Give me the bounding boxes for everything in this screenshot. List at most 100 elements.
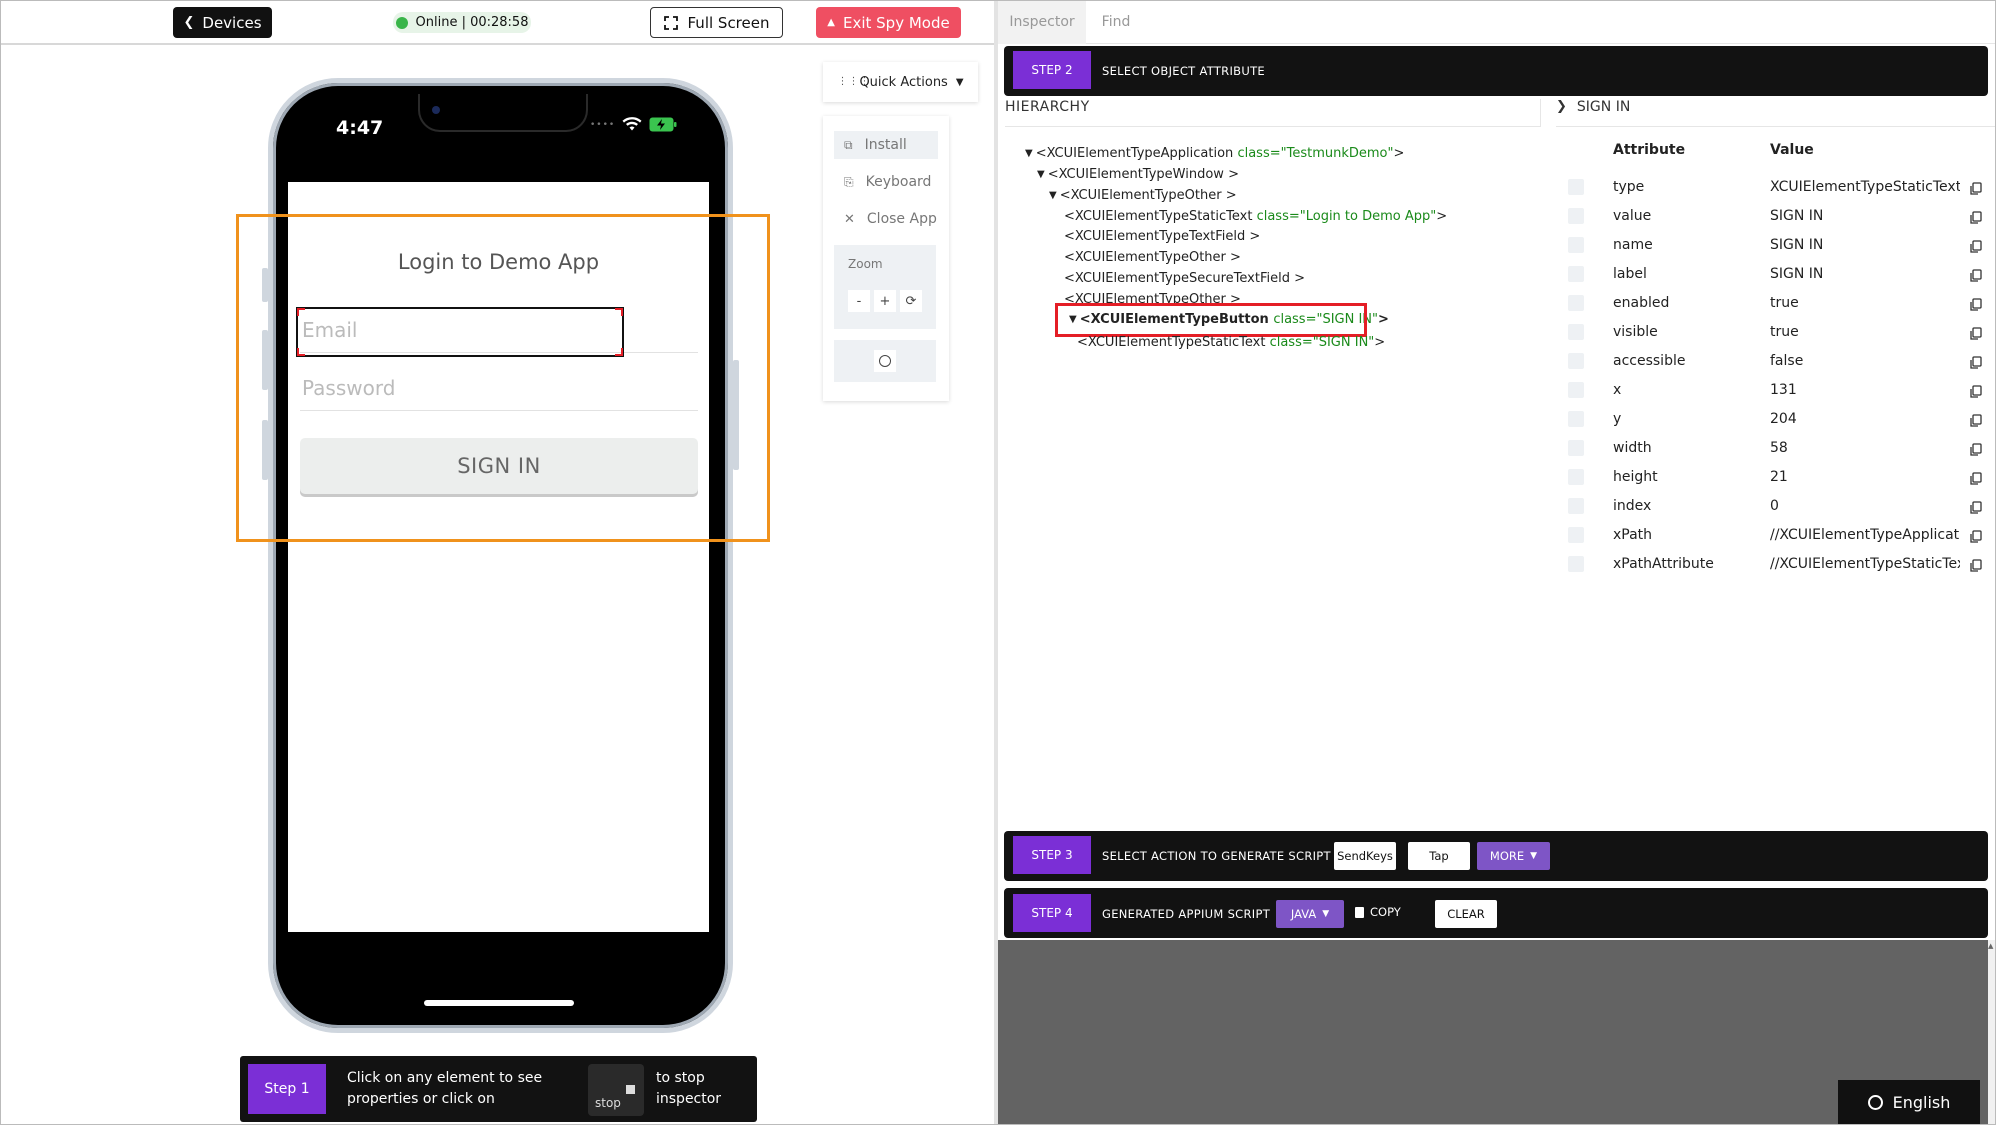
attribute-row[interactable]: x 131: [1545, 377, 1987, 406]
tree-node[interactable]: <XCUIElementTypeTextField >: [1064, 229, 1260, 244]
quick-actions-list: ⧉ Install ⎘ Keyboard ✕ Close App: [834, 131, 938, 233]
tree-node[interactable]: ▼ <XCUIElementTypeApplication class="Tes…: [1025, 146, 1404, 161]
attribute-checkbox[interactable]: [1568, 208, 1584, 224]
attribute-row[interactable]: xPath //XCUIElementTypeApplicati...: [1545, 522, 1987, 551]
tab-inspector[interactable]: Inspector: [998, 0, 1086, 44]
expand-triangle-icon: ▼: [1037, 169, 1045, 180]
language-select-button[interactable]: JAVA ▼: [1276, 900, 1344, 928]
more-actions-button[interactable]: MORE ▼: [1477, 842, 1550, 870]
scroll-up-icon: ▲: [1988, 942, 1994, 950]
tap-button[interactable]: Tap: [1408, 842, 1470, 870]
attribute-checkbox[interactable]: [1568, 556, 1584, 572]
zoom-reset-button[interactable]: ⟳: [900, 290, 922, 312]
stop-label: stop: [595, 1096, 621, 1110]
exit-spy-mode-button[interactable]: ▲ Exit Spy Mode: [816, 7, 961, 38]
sendkeys-button[interactable]: SendKeys: [1334, 842, 1396, 870]
tree-node[interactable]: ▼ <XCUIElementTypeOther >: [1049, 188, 1237, 203]
attributes-table-header: Attribute Value: [1545, 136, 1987, 166]
attribute-checkbox[interactable]: [1568, 237, 1584, 253]
copy-icon[interactable]: [1969, 501, 1983, 515]
attribute-checkbox[interactable]: [1568, 498, 1584, 514]
attribute-row[interactable]: label SIGN IN: [1545, 261, 1987, 290]
attribute-value: false: [1770, 353, 1804, 369]
script-scrollbar[interactable]: ▲: [1988, 940, 1996, 1125]
step1-badge: Step 1: [248, 1064, 326, 1114]
fullscreen-icon: [663, 15, 678, 30]
zoom-in-button[interactable]: +: [874, 290, 896, 312]
attribute-row[interactable]: index 0: [1545, 493, 1987, 522]
exit-spy-mode-label: Exit Spy Mode: [842, 13, 950, 32]
tree-node-class: class="Login to Demo App": [1256, 209, 1437, 224]
copy-icon[interactable]: [1969, 530, 1983, 544]
attribute-checkbox[interactable]: [1568, 411, 1584, 427]
attribute-checkbox[interactable]: [1568, 295, 1584, 311]
refresh-icon: ⟳: [905, 293, 917, 309]
quick-actions-button[interactable]: ⋮⋮⋮ Quick Actions ▼: [823, 62, 978, 102]
tree-node-end: >: [1294, 271, 1305, 286]
keyboard-button[interactable]: ⎘ Keyboard: [834, 168, 938, 196]
install-button[interactable]: ⧉ Install: [834, 131, 938, 159]
copy-icon[interactable]: [1969, 240, 1983, 254]
attribute-row[interactable]: value SIGN IN: [1545, 203, 1987, 232]
attribute-row[interactable]: height 21: [1545, 464, 1987, 493]
attribute-name: type: [1613, 179, 1645, 195]
copy-icon[interactable]: [1969, 298, 1983, 312]
attribute-name: height: [1613, 469, 1658, 485]
devices-button[interactable]: ❮ Devices: [173, 7, 272, 38]
attribute-checkbox[interactable]: [1568, 353, 1584, 369]
attribute-row[interactable]: name SIGN IN: [1545, 232, 1987, 261]
attribute-name: label: [1613, 266, 1647, 282]
tree-node-tag: <XCUIElementTypeApplication: [1035, 146, 1234, 161]
copy-icon[interactable]: [1969, 211, 1983, 225]
attribute-checkbox[interactable]: [1568, 324, 1584, 340]
copy-icon[interactable]: [1969, 269, 1983, 283]
attribute-checkbox[interactable]: [1568, 440, 1584, 456]
copy-icon[interactable]: [1969, 559, 1983, 573]
copy-icon[interactable]: [1969, 414, 1983, 428]
copy-icon[interactable]: [1969, 385, 1983, 399]
tree-node[interactable]: <XCUIElementTypeStaticText class="Login …: [1064, 209, 1447, 224]
attribute-row[interactable]: visible true: [1545, 319, 1987, 348]
attribute-row[interactable]: enabled true: [1545, 290, 1987, 319]
copy-script-button[interactable]: COPY: [1355, 905, 1401, 919]
copy-icon[interactable]: [1969, 327, 1983, 341]
record-button[interactable]: [874, 350, 896, 372]
attribute-row[interactable]: type XCUIElementTypeStaticText: [1545, 174, 1987, 203]
attribute-row[interactable]: accessible false: [1545, 348, 1987, 377]
stop-inspector-button[interactable]: stop: [588, 1064, 644, 1116]
hierarchy-header: HIERARCHY: [1005, 99, 1540, 127]
attribute-name: width: [1613, 440, 1652, 456]
attributes-header: ❯ SIGN IN: [1556, 99, 1996, 127]
tree-node[interactable]: <XCUIElementTypeOther >: [1064, 250, 1241, 265]
attribute-checkbox[interactable]: [1568, 266, 1584, 282]
tree-node[interactable]: <XCUIElementTypeSecureTextField >: [1064, 271, 1305, 286]
caret-down-icon: ▼: [1322, 909, 1330, 919]
zoom-out-button[interactable]: -: [848, 290, 870, 312]
attribute-checkbox[interactable]: [1568, 382, 1584, 398]
english-language-button[interactable]: English: [1838, 1080, 1980, 1125]
attribute-row[interactable]: width 58: [1545, 435, 1987, 464]
attribute-name: accessible: [1613, 353, 1686, 369]
caret-down-icon: ▼: [1530, 851, 1538, 861]
selected-node-highlight: [1055, 303, 1367, 337]
copy-icon[interactable]: [1969, 443, 1983, 457]
attribute-checkbox[interactable]: [1568, 527, 1584, 543]
close-app-button[interactable]: ✕ Close App: [834, 205, 938, 233]
copy-icon[interactable]: [1969, 356, 1983, 370]
attribute-row[interactable]: xPathAttribute //XCUIElementTypeStaticTex…: [1545, 551, 1987, 580]
chevron-left-icon: ❮: [183, 15, 195, 30]
attribute-checkbox[interactable]: [1568, 179, 1584, 195]
phone-notch: [418, 94, 588, 132]
tree-node[interactable]: <XCUIElementTypeStaticText class="SIGN I…: [1077, 335, 1385, 350]
clear-script-button[interactable]: CLEAR: [1435, 900, 1497, 928]
tree-node[interactable]: ▼ <XCUIElementTypeWindow >: [1037, 167, 1239, 182]
attribute-row[interactable]: y 204: [1545, 406, 1987, 435]
copy-icon[interactable]: [1969, 182, 1983, 196]
full-screen-button[interactable]: Full Screen: [650, 7, 783, 38]
tab-find[interactable]: Find: [1086, 0, 1146, 44]
tree-node-tag: <XCUIElementTypeOther: [1059, 188, 1222, 203]
keyboard-label: Keyboard: [865, 174, 932, 190]
globe-icon: [1867, 1095, 1883, 1110]
copy-icon[interactable]: [1969, 472, 1983, 486]
attribute-checkbox[interactable]: [1568, 469, 1584, 485]
